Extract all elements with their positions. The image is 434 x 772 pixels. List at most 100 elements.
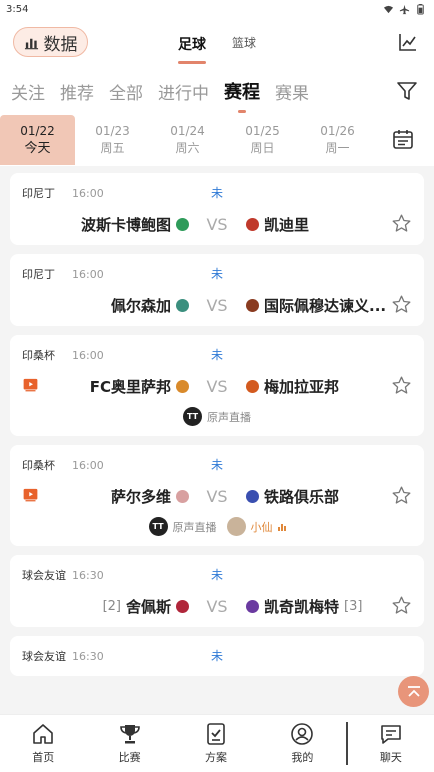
home-team-name: 波斯卡博鲍图 (80, 215, 171, 234)
video-play-icon[interactable] (21, 487, 40, 502)
match-card[interactable]: 球会友谊 16:30 未 (10, 636, 424, 676)
date-weekday: 周五 (100, 141, 125, 155)
stream-link[interactable]: TT 原声直播 (148, 517, 217, 536)
away-team[interactable]: 铁路俱乐部 (246, 486, 339, 507)
home-team-badge-icon (176, 599, 189, 613)
home-team[interactable]: [2] 舍佩斯 (103, 596, 189, 617)
date-day: 01/26 (320, 124, 355, 138)
home-team-badge-icon (176, 379, 189, 393)
match-teams-row: FC奥里萨邦 VS 梅加拉亚邦 (10, 365, 424, 407)
star-icon[interactable] (391, 294, 412, 315)
date-item[interactable]: 01/25 周日 (225, 115, 300, 165)
home-team[interactable]: 萨尔多维 (111, 486, 189, 507)
date-item[interactable]: 01/22 今天 (0, 115, 75, 165)
match-card[interactable]: 印尼丁 16:00 未波斯卡博鲍图 VS 凯迪里 (10, 173, 424, 245)
live-signal-icon (277, 522, 286, 531)
category-tab-5[interactable]: 赛果 (275, 79, 309, 104)
nav-item-chat[interactable]: 聊天 (348, 715, 434, 772)
category-tab-4[interactable]: 赛程 (224, 78, 260, 104)
match-teams-row: 萨尔多维 VS 铁路俱乐部 (10, 475, 424, 517)
stream-label: 小仙 (250, 520, 273, 534)
nav-item-label: 首页 (32, 751, 55, 764)
category-tab-2[interactable]: 全部 (109, 79, 143, 104)
stream-link[interactable]: 小仙 (226, 517, 286, 536)
home-team-rank: [2] (102, 598, 121, 614)
category-tabs: 关注 推荐 全部 进行中 赛程 赛果 (0, 68, 434, 114)
star-icon[interactable] (391, 375, 412, 396)
wifi-icon (383, 5, 394, 13)
status-time: 3:54 (6, 3, 29, 15)
star-icon[interactable] (391, 213, 412, 234)
away-team-name: 梅加拉亚邦 (264, 377, 340, 396)
trend-chart-icon[interactable] (398, 32, 418, 52)
match-card[interactable]: 球会友谊 16:30 未 [2] 舍佩斯 VS 凯奇凯梅特 [3] (10, 555, 424, 627)
date-selector: 01/22 今天 01/23 周五 01/24 周六 01/25 周日 01/26 周一 (0, 114, 434, 166)
nav-item-trophy[interactable]: 比赛 (86, 715, 172, 772)
date-item[interactable]: 01/23 周五 (75, 115, 150, 165)
nav-item-home[interactable]: 首页 (0, 715, 86, 772)
away-team[interactable]: 凯迪里 (246, 214, 309, 235)
away-team-name: 铁路俱乐部 (264, 487, 340, 506)
sport-tab-1[interactable]: 篮球 (230, 32, 258, 64)
status-icons (383, 3, 426, 15)
away-team-name: 凯迪里 (264, 215, 310, 234)
vs-label: VS (206, 214, 228, 234)
category-tab-3[interactable]: 进行中 (158, 79, 209, 104)
filter-icon[interactable] (396, 80, 418, 102)
status-bar: 3:54 (0, 0, 434, 18)
nav-item-checklist[interactable]: 方案 (173, 715, 259, 772)
video-play-icon[interactable] (21, 377, 40, 392)
match-status: 未 (210, 649, 223, 663)
streamer-avatar (226, 517, 246, 536)
scroll-to-top-button[interactable] (398, 676, 429, 707)
date-weekday: 周日 (250, 141, 275, 155)
away-team-badge-icon (246, 599, 259, 613)
match-card[interactable]: 印桑杯 16:00 未 FC奥里萨邦 VS 梅加拉亚邦 TT 原声直播 (10, 335, 424, 436)
match-teams-row: 波斯卡博鲍图 VS 凯迪里 (10, 203, 424, 245)
away-team-name: 凯奇凯梅特 (264, 597, 340, 616)
calendar-icon[interactable] (392, 128, 414, 150)
stream-logo-icon: TT (183, 407, 202, 426)
sport-tab-0[interactable]: 足球 (176, 32, 208, 64)
nav-item-user[interactable]: 我的 (259, 715, 345, 772)
away-team[interactable]: 凯奇凯梅特 [3] (246, 596, 362, 617)
date-item[interactable]: 01/24 周六 (150, 115, 225, 165)
home-team[interactable]: 佩尔森加 (111, 295, 189, 316)
match-teams-row: 佩尔森加 VS 国际佩穆达谏义... (10, 284, 424, 326)
date-weekday: 今天 (24, 141, 51, 156)
away-team-badge-icon (246, 217, 259, 231)
away-team-badge-icon (246, 489, 259, 503)
bottom-nav: 首页 比赛 方案 我的 聊天 (0, 714, 434, 772)
nav-item-label: 聊天 (379, 751, 402, 764)
home-team-name: FC奥里萨邦 (89, 377, 171, 396)
date-item[interactable]: 01/26 周一 (300, 115, 375, 165)
category-tab-1[interactable]: 推荐 (60, 79, 94, 104)
home-team[interactable]: 波斯卡博鲍图 (81, 214, 189, 235)
match-status: 未 (210, 186, 223, 200)
nav-item-label: 方案 (205, 751, 228, 764)
top-bar: 数据 足球 篮球 (0, 18, 434, 68)
away-team[interactable]: 梅加拉亚邦 (246, 376, 339, 397)
date-day: 01/24 (170, 124, 205, 138)
match-card[interactable]: 印尼丁 16:00 未佩尔森加 VS 国际佩穆达谏义... (10, 254, 424, 326)
star-icon[interactable] (391, 485, 412, 506)
home-team[interactable]: FC奥里萨邦 (90, 376, 189, 397)
live-streams: TT 原声直播 小仙 (10, 517, 424, 546)
nav-item-label: 比赛 (118, 751, 141, 764)
nav-item-label: 我的 (291, 751, 314, 764)
stream-label: 原声直播 (172, 520, 217, 534)
checklist-icon (207, 723, 225, 745)
category-tab-0[interactable]: 关注 (11, 79, 45, 104)
home-icon (33, 724, 54, 744)
chevron-up-icon (407, 685, 420, 697)
match-status: 未 (210, 267, 223, 281)
star-icon[interactable] (391, 595, 412, 616)
home-team-name: 佩尔森加 (110, 296, 171, 315)
date-day: 01/23 (95, 124, 130, 138)
match-card[interactable]: 印桑杯 16:00 未萨尔多维 VS 铁路俱乐部 TT 原声直播 小仙 (10, 445, 424, 546)
stream-link[interactable]: TT 原声直播 (183, 407, 251, 426)
vs-label: VS (206, 596, 228, 616)
date-weekday: 周一 (325, 141, 350, 155)
home-team-name: 萨尔多维 (110, 487, 171, 506)
away-team[interactable]: 国际佩穆达谏义... (246, 295, 386, 316)
